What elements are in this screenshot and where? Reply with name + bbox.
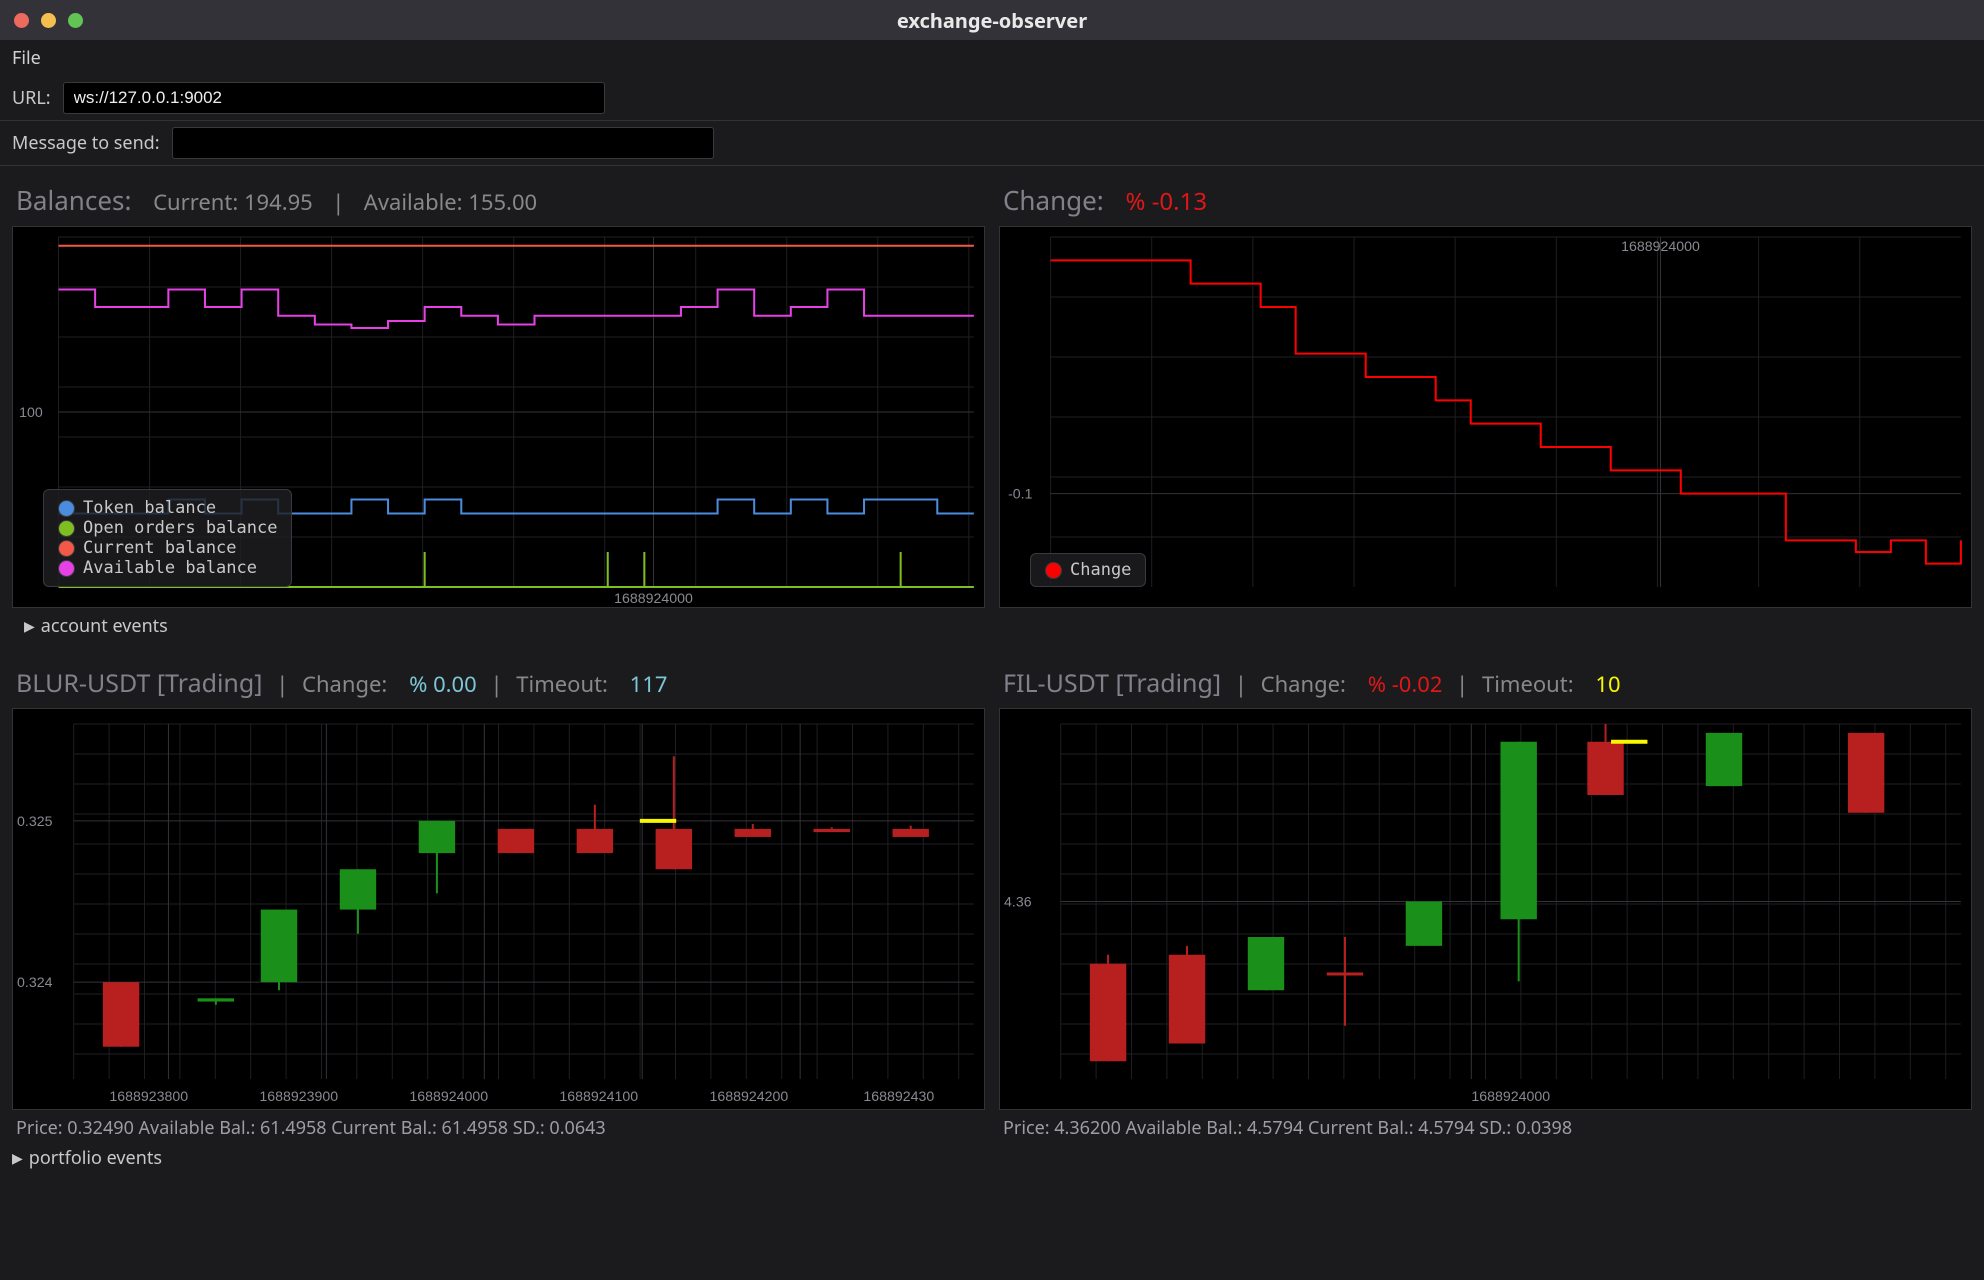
legend-open-orders: Open orders balance	[58, 518, 277, 538]
svg-text:4.36: 4.36	[1004, 894, 1032, 910]
legend-current: Current balance	[58, 538, 277, 558]
pair1-timeout-value: 117	[630, 669, 668, 699]
svg-text:1688924100: 1688924100	[559, 1088, 638, 1104]
legend-change: Change	[1045, 560, 1131, 580]
window-titlebar: exchange-observer	[0, 0, 1984, 40]
pair1-change-label: Change:	[302, 669, 387, 699]
svg-text:100: 100	[19, 404, 43, 420]
pair2-timeout-label: Timeout:	[1482, 669, 1574, 699]
svg-text:0.325: 0.325	[17, 813, 53, 829]
pair2-header: FIL-USDT [Trading] | Change: % -0.02 | T…	[999, 662, 1972, 708]
pair1-change-value: % 0.00	[409, 669, 477, 699]
change-header: Change: % -0.13	[999, 178, 1972, 226]
window-title: exchange-observer	[897, 7, 1087, 34]
pair2-symbol: FIL-USDT [Trading]	[1003, 666, 1221, 700]
message-row: Message to send:	[0, 121, 1984, 165]
pair2-change-label: Change:	[1261, 669, 1346, 699]
balances-current: Current: 194.95	[153, 187, 313, 217]
svg-text:1688924000: 1688924000	[1621, 238, 1700, 254]
menubar: File	[0, 40, 1984, 76]
pair2-change-value: % -0.02	[1368, 669, 1443, 699]
portfolio-events-disclosure[interactable]: ▶ portfolio events	[0, 1140, 1984, 1180]
balances-header: Balances: Current: 194.95 | Available: 1…	[12, 178, 985, 226]
close-icon[interactable]	[14, 13, 29, 28]
pair1-timeout-label: Timeout:	[516, 669, 608, 699]
svg-text:1688923900: 1688923900	[259, 1088, 338, 1104]
pair1-chart: 0.325 0.324 1688923800 1688923900 1688924000…	[13, 709, 984, 1109]
message-input[interactable]	[172, 127, 714, 159]
pair2-panel: FIL-USDT [Trading] | Change: % -0.02 | T…	[999, 662, 1972, 1140]
menu-file[interactable]: File	[12, 46, 41, 70]
svg-text:1688924000: 1688924000	[409, 1088, 488, 1104]
svg-text:0.324: 0.324	[17, 974, 53, 990]
url-input[interactable]	[63, 82, 605, 114]
pair1-stats: Price: 0.32490 Available Bal.: 61.4958 C…	[12, 1110, 985, 1140]
disclosure-triangle-icon: ▶	[12, 1149, 23, 1168]
change-legend: Change	[1030, 553, 1146, 587]
change-value: % -0.13	[1126, 185, 1208, 218]
svg-text:1688923800: 1688923800	[109, 1088, 188, 1104]
pair1-plot[interactable]: 0.325 0.324 1688923800 1688923900 1688924000…	[12, 708, 985, 1110]
svg-text:168892430: 168892430	[863, 1088, 934, 1104]
legend-token: Token balance	[58, 498, 277, 518]
svg-text:1688924200: 1688924200	[709, 1088, 788, 1104]
disclosure-triangle-icon: ▶	[24, 617, 35, 636]
change-title: Change:	[1003, 182, 1104, 218]
url-row: URL:	[0, 76, 1984, 120]
change-chart: -0.1 1688924000	[1000, 227, 1971, 607]
maximize-icon[interactable]	[68, 13, 83, 28]
url-label: URL:	[12, 86, 51, 110]
pair2-timeout-value: 10	[1595, 669, 1620, 699]
pair1-panel: BLUR-USDT [Trading] | Change: % 0.00 | T…	[12, 662, 985, 1140]
pair2-plot[interactable]: 4.36 1688924000	[999, 708, 1972, 1110]
svg-text:1688924000: 1688924000	[1471, 1088, 1550, 1104]
balances-plot[interactable]: 100 1688924000 Token balance Open orders …	[12, 226, 985, 608]
legend-available: Available balance	[58, 558, 277, 578]
change-plot[interactable]: -0.1 1688924000 Change	[999, 226, 1972, 608]
message-label: Message to send:	[12, 131, 160, 155]
pair2-chart: 4.36 1688924000	[1000, 709, 1971, 1109]
pair1-header: BLUR-USDT [Trading] | Change: % 0.00 | T…	[12, 662, 985, 708]
account-events-disclosure[interactable]: ▶ account events	[12, 608, 985, 648]
pair1-symbol: BLUR-USDT [Trading]	[16, 666, 262, 700]
change-panel: Change: % -0.13 -0.1 1688924000 Change	[999, 178, 1972, 648]
pair2-stats: Price: 4.36200 Available Bal.: 4.5794 Cu…	[999, 1110, 1972, 1140]
balances-title: Balances:	[16, 182, 131, 218]
minimize-icon[interactable]	[41, 13, 56, 28]
balances-legend: Token balance Open orders balance Curren…	[43, 489, 292, 587]
window-controls	[14, 13, 83, 28]
panels-grid: Balances: Current: 194.95 | Available: 1…	[0, 166, 1984, 1140]
svg-text:1688924000: 1688924000	[614, 590, 693, 606]
balances-panel: Balances: Current: 194.95 | Available: 1…	[12, 178, 985, 648]
balances-available: Available: 155.00	[364, 187, 537, 217]
svg-text:-0.1: -0.1	[1008, 486, 1033, 502]
